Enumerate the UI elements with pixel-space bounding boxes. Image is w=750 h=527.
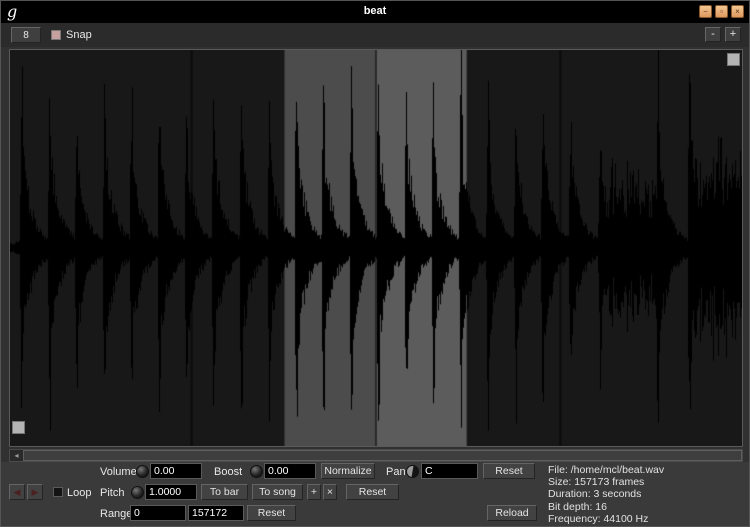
toolbar: 8 Snap - +	[1, 23, 749, 47]
boost-label: Boost	[214, 466, 243, 478]
volume-label: Volume	[100, 466, 137, 478]
waveform-canvas[interactable]	[10, 50, 742, 446]
pitch-reset-button[interactable]: Reset	[346, 484, 399, 500]
pan-label: Pan	[386, 466, 406, 478]
prev-button[interactable]: ◀	[9, 484, 25, 500]
scroll-left-arrow[interactable]: ◂	[10, 450, 23, 461]
snap-checkbox[interactable]	[51, 30, 61, 40]
loop-checkbox[interactable]	[53, 487, 63, 497]
range-label: Range	[100, 508, 133, 520]
snap-label: Snap	[66, 29, 92, 41]
grid-division-button[interactable]: 8	[11, 27, 41, 43]
minimize-button[interactable]: −	[699, 5, 712, 18]
pitch-plus-button[interactable]: +	[307, 484, 321, 500]
control-panel: Volume Boost Normalize Pan Reset File: /…	[1, 462, 749, 526]
to-bar-button[interactable]: To bar	[201, 484, 248, 500]
boost-knob[interactable]	[250, 465, 263, 478]
pan-input[interactable]	[421, 463, 478, 479]
normalize-button[interactable]: Normalize	[321, 463, 375, 479]
to-song-button[interactable]: To song	[252, 484, 303, 500]
next-button[interactable]: ▶	[27, 484, 43, 500]
file-info-path: File: /home/mcl/beat.wav	[548, 464, 665, 476]
pitch-multiply-button[interactable]: ×	[323, 484, 337, 500]
row-pitch: ◀ ▶ Loop Pitch To bar To song + × Reset	[1, 484, 749, 502]
pan-knob[interactable]	[406, 465, 419, 478]
pitch-input[interactable]	[145, 484, 197, 500]
titlebar[interactable]: g beat − ▫ ×	[1, 1, 749, 23]
row-range: Range Reset Reload	[1, 505, 749, 523]
zoom-out-button[interactable]: -	[705, 27, 721, 42]
range-reset-button[interactable]: Reset	[247, 505, 296, 521]
reload-button[interactable]: Reload	[487, 505, 537, 521]
volume-input[interactable]	[150, 463, 202, 479]
close-button[interactable]: ×	[731, 5, 744, 18]
pitch-label: Pitch	[100, 487, 125, 499]
pan-reset-button[interactable]: Reset	[483, 463, 535, 479]
volume-knob[interactable]	[136, 465, 149, 478]
pitch-knob[interactable]	[131, 486, 144, 499]
app-window: g beat − ▫ × 8 Snap - + ◂ Volume Boost	[0, 0, 750, 527]
loop-label: Loop	[67, 487, 92, 499]
range-start-input[interactable]	[130, 505, 186, 521]
scrollbar-thumb[interactable]	[23, 450, 742, 461]
selection-handle-bottom-left[interactable]	[12, 421, 25, 434]
waveform-view	[9, 49, 743, 447]
selection-handle-top-right[interactable]	[727, 53, 740, 66]
maximize-button[interactable]: ▫	[715, 5, 728, 18]
window-title: beat	[363, 5, 387, 17]
boost-input[interactable]	[264, 463, 316, 479]
window-controls: − ▫ ×	[699, 5, 744, 18]
zoom-in-button[interactable]: +	[725, 27, 741, 42]
range-end-input[interactable]	[188, 505, 244, 521]
horizontal-scrollbar[interactable]: ◂	[9, 449, 743, 462]
